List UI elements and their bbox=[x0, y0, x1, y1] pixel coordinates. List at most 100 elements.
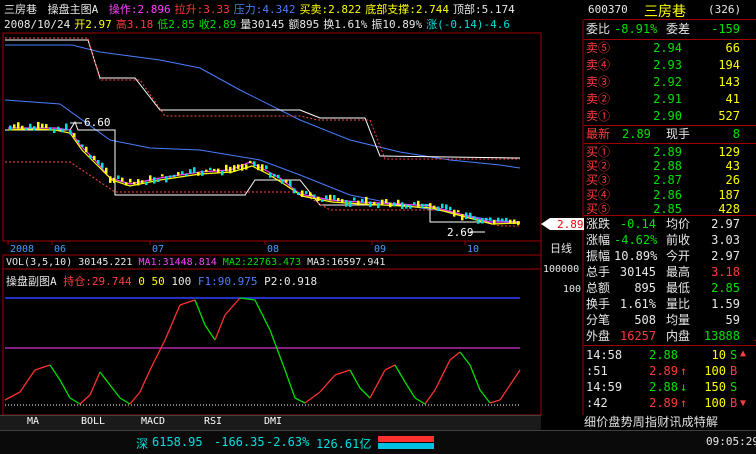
sub-p2: P2:0.918 bbox=[264, 275, 318, 288]
vol-ma1: MA1:31448.814 bbox=[138, 257, 217, 268]
oscillator-segment bbox=[214, 314, 226, 341]
candle bbox=[133, 181, 136, 185]
candle bbox=[405, 204, 408, 209]
candle bbox=[73, 133, 76, 138]
sell-row[interactable]: 卖⑤ 2.94 66 bbox=[584, 40, 754, 57]
candle bbox=[457, 210, 460, 213]
candle bbox=[357, 200, 360, 206]
candle bbox=[97, 160, 100, 165]
oscillator-segment bbox=[49, 364, 61, 381]
oscillator-segment bbox=[294, 397, 306, 404]
tab-ma[interactable]: MA bbox=[8, 416, 58, 428]
oscillator-segment bbox=[334, 369, 351, 376]
candle bbox=[305, 191, 308, 194]
candle bbox=[493, 219, 496, 225]
tab-boll[interactable]: BOLL bbox=[68, 416, 118, 428]
oscillator-segment bbox=[179, 299, 196, 306]
candle bbox=[213, 168, 216, 172]
sub-title[interactable]: 操盘副图A bbox=[6, 275, 57, 288]
oscillator-segment bbox=[194, 299, 206, 326]
stat-row: 分笔 508 均量 59 bbox=[586, 313, 740, 327]
oscillator-segment bbox=[59, 379, 71, 399]
stock-name: 三房巷 bbox=[644, 4, 686, 20]
sub-chart-header: 操盘副图A 持仓:29.744 0 50 100 F1:90.975 P2:0.… bbox=[6, 273, 317, 289]
candle bbox=[453, 209, 456, 217]
oscillator-segment bbox=[349, 369, 361, 389]
candle bbox=[473, 216, 476, 221]
candle bbox=[445, 204, 448, 210]
candle bbox=[117, 175, 120, 180]
tab-dmi[interactable]: DMI bbox=[248, 416, 298, 428]
index-pct: -2.63% bbox=[266, 435, 310, 449]
oscillator-segment bbox=[469, 364, 481, 391]
price-marker-label: 2.89 bbox=[557, 218, 584, 231]
candle bbox=[501, 218, 504, 222]
candle bbox=[101, 162, 104, 169]
candle bbox=[81, 144, 84, 147]
stat-row: 涨幅 -4.62% 前收 3.03 bbox=[586, 233, 740, 247]
index-amount: 126.61亿 bbox=[316, 437, 372, 451]
oscillator-segment bbox=[139, 369, 151, 393]
candle bbox=[77, 140, 80, 143]
candle bbox=[309, 192, 312, 197]
candle bbox=[381, 199, 384, 205]
oscillator-segment bbox=[129, 391, 141, 405]
candle bbox=[129, 178, 132, 183]
quote-bottom-tabs[interactable]: 细价盘势周指财讯成特解 bbox=[584, 413, 756, 429]
month-label: 2008 bbox=[10, 244, 34, 255]
candle bbox=[57, 126, 60, 131]
candle bbox=[85, 146, 88, 153]
scroll-down-icon[interactable]: ▼ bbox=[740, 398, 746, 409]
oscillator-segment bbox=[69, 397, 81, 405]
tick-row: :51 2.89 ↑ 100 B bbox=[586, 364, 738, 378]
candle bbox=[69, 129, 72, 135]
candle bbox=[121, 177, 124, 182]
sub-v50: 50 bbox=[151, 275, 165, 288]
oscillator-segment bbox=[369, 369, 386, 399]
oscillator-segment bbox=[479, 389, 491, 404]
vol-ma3: MA3:16597.941 bbox=[307, 257, 386, 268]
stock-code: 600370 bbox=[588, 3, 628, 16]
index-change: -166.35 bbox=[214, 435, 265, 449]
tab-macd[interactable]: MACD bbox=[128, 416, 178, 428]
candle bbox=[513, 219, 516, 225]
oscillator-segment bbox=[109, 384, 121, 399]
index-name[interactable]: 深 bbox=[136, 435, 148, 452]
sell-row[interactable]: 卖① 2.90 527 bbox=[584, 108, 754, 125]
candle bbox=[89, 154, 92, 159]
oscillator-segment bbox=[4, 391, 21, 401]
oscillator-segment bbox=[449, 351, 461, 361]
candle bbox=[221, 170, 224, 176]
candle bbox=[325, 195, 328, 200]
candle bbox=[49, 127, 52, 131]
candle bbox=[25, 127, 28, 131]
vol-ma2: MA2:22763.473 bbox=[222, 257, 302, 268]
sell-row[interactable]: 卖② 2.91 41 bbox=[584, 91, 754, 108]
candle bbox=[245, 164, 248, 170]
candle bbox=[281, 179, 284, 184]
candle bbox=[413, 202, 416, 205]
candle bbox=[329, 194, 332, 201]
sub-v100: 100 bbox=[171, 275, 192, 288]
candle bbox=[449, 206, 452, 211]
candle bbox=[153, 177, 156, 184]
oscillator-segment bbox=[269, 329, 286, 371]
sub-v0: 0 bbox=[138, 275, 145, 288]
candle bbox=[233, 165, 236, 172]
tab-rsi[interactable]: RSI bbox=[188, 416, 238, 428]
candle bbox=[185, 173, 188, 177]
candle bbox=[137, 179, 140, 186]
candle bbox=[13, 124, 16, 129]
candle bbox=[409, 205, 412, 209]
stair-line bbox=[5, 37, 520, 160]
candle bbox=[65, 123, 68, 131]
candle bbox=[249, 160, 252, 164]
scroll-up-icon[interactable]: ▲ bbox=[740, 348, 746, 359]
sell-row[interactable]: 卖④ 2.93 194 bbox=[584, 57, 754, 74]
sell-row[interactable]: 卖③ 2.92 143 bbox=[584, 74, 754, 91]
oscillator bbox=[4, 297, 521, 405]
main-chart-frame bbox=[2, 32, 542, 242]
high-label: 6.60 bbox=[84, 116, 111, 129]
oscillator-segment bbox=[394, 364, 406, 383]
stat-row: 总手 30145 最高 3.18 bbox=[586, 265, 740, 279]
